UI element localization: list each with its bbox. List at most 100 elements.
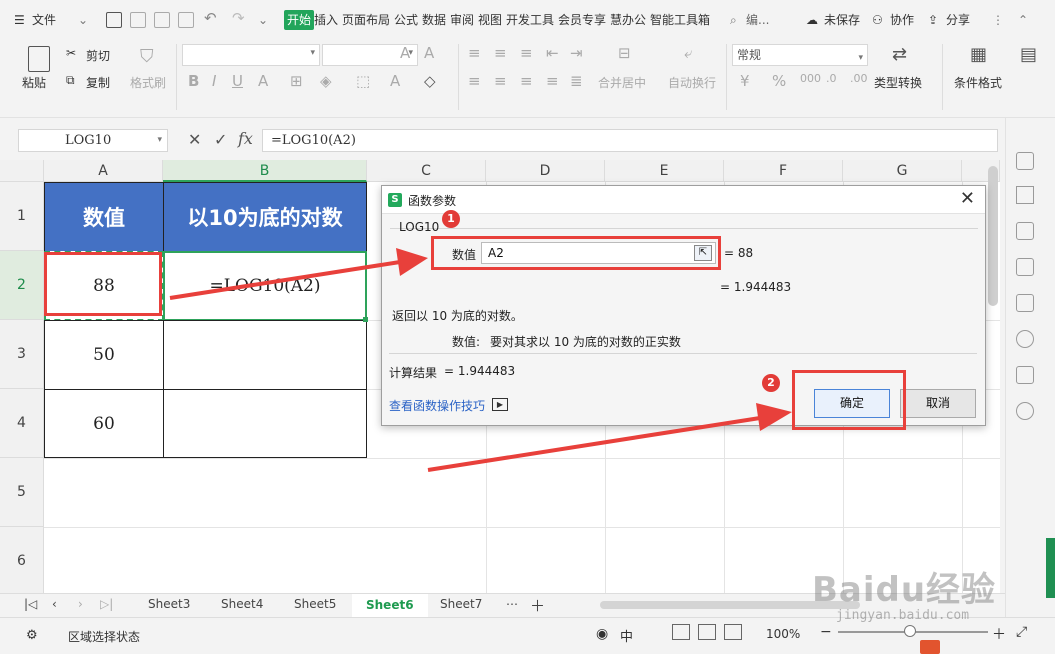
rocket-icon[interactable] xyxy=(1016,152,1034,170)
help-icon[interactable] xyxy=(1016,402,1034,420)
paste-icon[interactable] xyxy=(28,46,50,72)
name-box[interactable]: LOG10 ▾ xyxy=(18,129,168,152)
first-sheet-icon[interactable]: |◁ xyxy=(24,597,37,611)
cell-a4[interactable]: 60 xyxy=(44,389,164,458)
zoom-in-icon[interactable]: ＋ xyxy=(992,624,1006,644)
book-icon[interactable] xyxy=(1016,366,1034,384)
tab-smart-toolbox[interactable]: 智能工具箱 xyxy=(650,10,710,30)
distribute-icon[interactable]: ≣ xyxy=(570,72,583,90)
select-cursor-icon[interactable] xyxy=(1016,186,1034,204)
column-header-e[interactable]: E xyxy=(605,160,724,182)
format-painter-button[interactable]: 格式刷 xyxy=(130,74,166,91)
tab-insert[interactable]: 插入 xyxy=(314,10,338,30)
select-all-corner[interactable] xyxy=(0,160,44,182)
collab-button[interactable]: 协作 xyxy=(890,10,914,30)
paste-button[interactable]: 粘贴 xyxy=(22,74,46,91)
align-top-icon[interactable]: ≡ xyxy=(468,44,481,62)
cell-a2[interactable]: 88 xyxy=(44,251,164,321)
more-icon[interactable]: ⋮ xyxy=(992,10,1004,30)
print-preview-icon[interactable] xyxy=(178,12,194,28)
merge-icon[interactable]: ⊟ xyxy=(618,44,631,62)
italic-icon[interactable]: I xyxy=(212,72,216,90)
chevron-down-icon[interactable]: ⌄ xyxy=(78,10,88,30)
sheet-tab-sheet3[interactable]: Sheet3 xyxy=(148,597,190,611)
undo-icon[interactable]: ↶ xyxy=(204,8,217,28)
cell-a1[interactable]: 数值 xyxy=(44,182,164,252)
justify-icon[interactable]: ≡ xyxy=(546,72,559,90)
zoom-out-icon[interactable]: − xyxy=(820,624,832,640)
function-tips-link[interactable]: 查看函数操作技巧 xyxy=(389,397,485,414)
column-header-b[interactable]: B xyxy=(163,160,367,182)
zoom-level[interactable]: 100% xyxy=(766,627,800,641)
tab-data[interactable]: 数据 xyxy=(422,10,446,30)
macro-icon[interactable]: ⚙ xyxy=(26,628,38,643)
share-button[interactable]: 分享 xyxy=(946,10,970,30)
lightning-icon[interactable] xyxy=(1016,330,1034,348)
quick-access-dropdown-icon[interactable]: ⌄ xyxy=(258,10,268,30)
fill-color-icon[interactable]: ◈ xyxy=(320,72,332,90)
sheet-tab-sheet4[interactable]: Sheet4 xyxy=(221,597,263,611)
increase-decimal-icon[interactable]: .0 xyxy=(826,72,837,85)
merge-button[interactable]: 合并居中 xyxy=(598,74,646,91)
sheet-tab-sheet5[interactable]: Sheet5 xyxy=(294,597,336,611)
prev-sheet-icon[interactable]: ‹ xyxy=(52,597,57,611)
page-layout-view-icon[interactable] xyxy=(698,624,716,640)
tab-developer[interactable]: 开发工具 xyxy=(506,10,554,30)
thousands-icon[interactable]: 000 xyxy=(800,72,821,85)
font-color-icon[interactable]: A xyxy=(390,72,400,90)
decrease-decimal-icon[interactable]: .00 xyxy=(850,72,868,85)
type-convert-icon[interactable]: ⇄ xyxy=(892,44,907,65)
column-header-a[interactable]: A xyxy=(44,160,163,182)
image-icon[interactable] xyxy=(1016,294,1034,312)
font-grow-icon[interactable]: A xyxy=(400,44,410,62)
highlight-icon[interactable]: ⬚ xyxy=(356,72,370,90)
align-center-icon[interactable]: ≡ xyxy=(494,72,507,90)
cell-b1[interactable]: 以10为底的对数 xyxy=(163,182,367,252)
file-menu[interactable]: 文件 xyxy=(32,10,56,30)
search-box[interactable]: 编... xyxy=(746,10,769,30)
last-sheet-icon[interactable]: ▷| xyxy=(100,597,113,611)
currency-icon[interactable]: ¥ xyxy=(740,72,750,90)
strikethrough-icon[interactable]: A xyxy=(258,72,268,90)
cancel-edit-icon[interactable]: ✕ xyxy=(188,130,201,149)
collapse-dialog-icon[interactable]: ⇱ xyxy=(694,245,712,261)
video-icon[interactable]: ▶ xyxy=(492,398,508,411)
export-icon[interactable] xyxy=(130,12,146,28)
column-header-c[interactable]: C xyxy=(367,160,486,182)
sheet-tab-sheet6[interactable]: Sheet6 xyxy=(352,594,428,617)
eye-protect-icon[interactable]: ◉ xyxy=(596,626,608,642)
formula-input[interactable]: =LOG10(A2) xyxy=(262,129,998,152)
type-convert-button[interactable]: 类型转换 xyxy=(874,74,922,91)
page-break-view-icon[interactable] xyxy=(724,624,742,640)
normal-view-icon[interactable] xyxy=(672,624,690,640)
column-header-g[interactable]: G xyxy=(843,160,962,182)
number-format-select[interactable]: 常规 ▾ xyxy=(732,44,868,66)
next-sheet-icon[interactable]: › xyxy=(78,597,83,611)
cell-a3[interactable]: 50 xyxy=(44,320,164,390)
search-icon[interactable]: ⌕ xyxy=(730,10,737,30)
filter-settings-icon[interactable] xyxy=(1016,222,1034,240)
redo-icon[interactable]: ↷ xyxy=(232,8,245,28)
ok-button[interactable]: 确定 xyxy=(814,389,890,418)
collapse-ribbon-icon[interactable]: ⌃ xyxy=(1018,10,1028,30)
align-bottom-icon[interactable]: ≡ xyxy=(520,44,533,62)
tab-start[interactable]: 开始 xyxy=(284,10,315,30)
bold-icon[interactable]: B xyxy=(188,72,199,90)
row-header-3[interactable]: 3 xyxy=(0,320,44,389)
row-header-4[interactable]: 4 xyxy=(0,389,44,458)
unsaved-status[interactable]: 未保存 xyxy=(824,10,860,30)
more-sheets-icon[interactable]: ⋯ xyxy=(506,597,518,611)
tab-page-layout[interactable]: 页面布局 xyxy=(342,10,390,30)
tab-formula[interactable]: 公式 xyxy=(394,10,418,30)
tab-review[interactable]: 审阅 xyxy=(450,10,474,30)
cell-b3[interactable] xyxy=(163,320,367,390)
argument-input[interactable]: A2 ⇱ xyxy=(481,242,716,264)
align-right-icon[interactable]: ≡ xyxy=(520,72,533,90)
crop-icon[interactable] xyxy=(1016,258,1034,276)
indent-right-icon[interactable]: ⇥ xyxy=(570,44,583,62)
sheet-tab-sheet7[interactable]: Sheet7 xyxy=(440,597,482,611)
dialog-title-bar[interactable]: S 函数参数 ✕ xyxy=(382,186,985,214)
tab-huibangong[interactable]: 慧办公 xyxy=(610,10,646,30)
side-panel-tab[interactable] xyxy=(1046,538,1055,598)
row-header-2[interactable]: 2 xyxy=(0,251,44,320)
